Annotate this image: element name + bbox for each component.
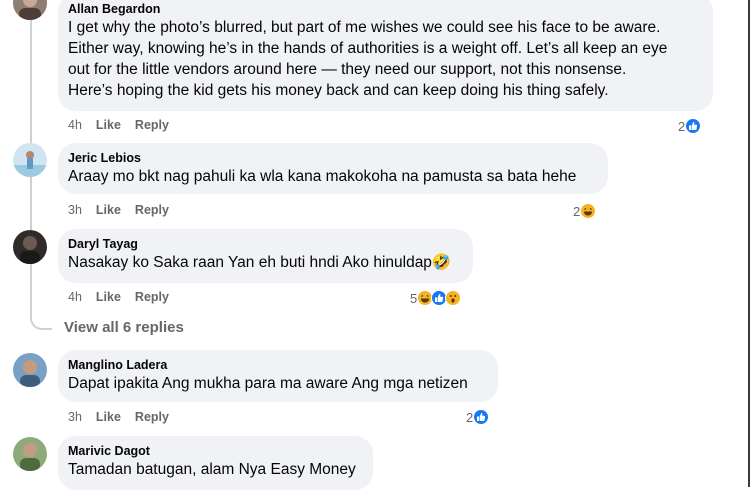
comment-time[interactable]: 3h	[68, 410, 82, 424]
comment-bubble: Daryl Tayag Nasakay ko Saka raan Yan eh …	[58, 229, 473, 283]
reply-button[interactable]: Reply	[135, 118, 169, 132]
reaction-summary[interactable]: 2	[573, 203, 597, 219]
comment-author[interactable]: Jeric Lebios	[68, 150, 596, 166]
comment-text: Nasakay ko Saka raan Yan eh buti hndi Ak…	[68, 254, 452, 271]
comment-time[interactable]: 4h	[68, 290, 82, 304]
comment-actions: 3h Like Reply	[68, 410, 169, 424]
view-all-replies-link[interactable]: View all 6 replies	[64, 319, 184, 336]
avatar[interactable]	[13, 353, 47, 387]
comment-actions: 3h Like Reply	[68, 203, 169, 217]
like-button[interactable]: Like	[96, 290, 121, 304]
reaction-count: 5	[410, 290, 418, 306]
comment-text: Tamadan batugan, alam Nya Easy Money	[68, 461, 356, 478]
comment-time[interactable]: 4h	[68, 118, 82, 132]
comment-author[interactable]: Daryl Tayag	[68, 236, 461, 252]
comment-text: I get why the photo’s blurred, but part …	[68, 19, 668, 99]
comment-actions: 4h Like Reply	[68, 290, 169, 304]
avatar[interactable]	[13, 437, 47, 471]
like-button[interactable]: Like	[96, 203, 121, 217]
haha-icon	[580, 203, 597, 219]
comment-bubble: Allan Begardon I get why the photo’s blu…	[58, 0, 713, 111]
comment-time[interactable]: 3h	[68, 203, 82, 217]
like-icon	[473, 409, 490, 425]
comment-text: Araay mo bkt nag pahuli ka wla kana mako…	[68, 168, 577, 185]
reaction-summary[interactable]: 5	[410, 290, 462, 306]
like-button[interactable]: Like	[96, 118, 121, 132]
avatar[interactable]	[13, 143, 47, 177]
reply-button[interactable]: Reply	[135, 290, 169, 304]
avatar[interactable]	[13, 0, 47, 20]
like-icon	[685, 118, 702, 134]
comment-text: Dapat ipakita Ang mukha para ma aware An…	[68, 375, 468, 392]
reaction-summary[interactable]: 2	[678, 118, 702, 134]
like-button[interactable]: Like	[96, 410, 121, 424]
comment-author[interactable]: Marivic Dagot	[68, 443, 361, 459]
reply-button[interactable]: Reply	[135, 410, 169, 424]
comment-author[interactable]: Manglino Ladera	[68, 357, 486, 373]
comment-bubble: Marivic Dagot Tamadan batugan, alam Nya …	[58, 436, 373, 490]
reaction-summary[interactable]: 2	[466, 409, 490, 425]
comment-bubble: Manglino Ladera Dapat ipakita Ang mukha …	[58, 350, 498, 402]
comment-author[interactable]: Allan Begardon	[68, 1, 701, 17]
comment-bubble: Jeric Lebios Araay mo bkt nag pahuli ka …	[58, 143, 608, 194]
reaction-count: 2	[678, 118, 686, 134]
wow-icon	[445, 290, 462, 306]
avatar[interactable]	[13, 230, 47, 264]
reply-thread-connector	[30, 306, 52, 330]
reaction-count: 2	[466, 409, 474, 425]
reaction-count: 2	[573, 203, 581, 219]
reply-button[interactable]: Reply	[135, 203, 169, 217]
comment-actions: 4h Like Reply	[68, 118, 169, 132]
